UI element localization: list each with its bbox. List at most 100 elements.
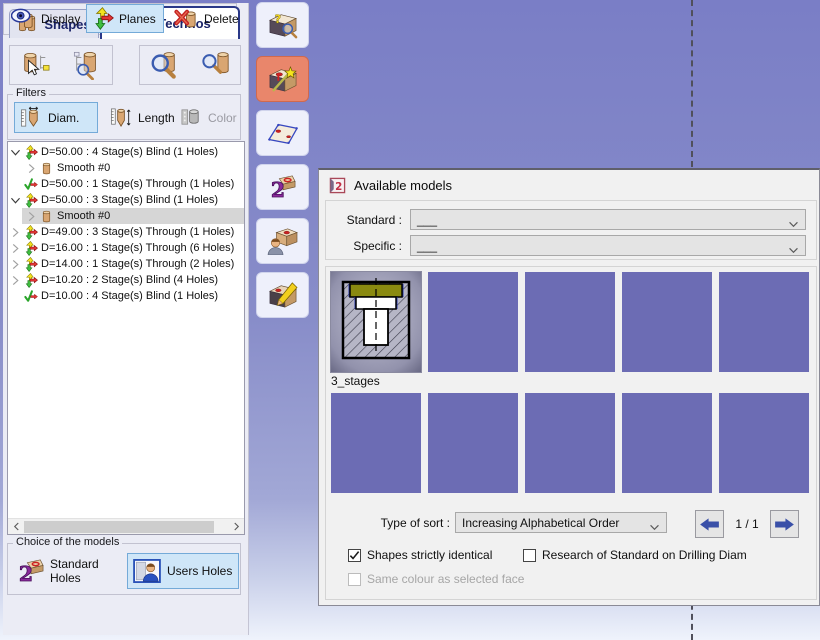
model-cell[interactable]: [331, 272, 421, 372]
chevron-collapsed-icon[interactable]: [8, 275, 22, 286]
actions-group: Display Planes Delete: [3, 3, 237, 35]
chevron-expanded-icon[interactable]: [8, 196, 22, 205]
type-of-sort-value: Increasing Alphabetical Order: [462, 516, 619, 530]
standard-holes-icon: 2: [18, 558, 44, 584]
search-hole-button[interactable]: [199, 48, 233, 82]
planes-button[interactable]: Planes: [86, 4, 164, 33]
svg-text:?: ?: [274, 13, 281, 26]
tree-item-label: D=50.00 : 3 Stage(s) Blind (1 Holes): [39, 194, 218, 206]
select-hole-button[interactable]: [18, 48, 52, 82]
hole-axes-icon: [22, 273, 39, 288]
filter-length-button[interactable]: Length: [104, 102, 170, 133]
chevron-collapsed-icon[interactable]: [8, 259, 22, 270]
previous-page-button[interactable]: [695, 510, 724, 538]
tree-item[interactable]: Smooth #0: [8, 160, 244, 176]
filters-group-title: Filters: [13, 87, 49, 99]
hole-check-icon: [22, 177, 39, 192]
type-of-sort-dropdown[interactable]: Increasing Alphabetical Order: [455, 512, 667, 533]
display-button[interactable]: Display: [6, 4, 85, 33]
tree-item-label: D=10.00 : 4 Stage(s) Blind (1 Holes): [39, 290, 218, 302]
hole-wizard-icon: [267, 65, 299, 93]
filter-color-button: Color: [174, 102, 238, 133]
arrow-right-icon: [774, 517, 795, 532]
dialog-title: 2 Available models: [329, 177, 452, 194]
length-filter-icon: [110, 106, 133, 129]
tree-item-label: Smooth #0: [55, 162, 110, 174]
empty-model-cell: [428, 272, 518, 372]
specific-label: Specific :: [326, 239, 402, 253]
scrollbar-thumb[interactable]: [24, 521, 214, 533]
empty-model-cell: [525, 393, 615, 493]
specific-dropdown[interactable]: ___: [410, 235, 806, 256]
next-page-button[interactable]: [770, 510, 799, 538]
choice-of-models-group: Choice of the models 2 Standard Holes Us…: [7, 543, 241, 595]
tree-item[interactable]: D=50.00 : 3 Stage(s) Blind (1 Holes): [8, 192, 244, 208]
standard-holes-button[interactable]: 2: [256, 164, 309, 210]
planes-axes-icon: [91, 7, 114, 30]
hole-edit-button[interactable]: [256, 272, 309, 318]
models-grid-row: [331, 393, 809, 493]
tree-item[interactable]: D=16.00 : 1 Stage(s) Through (6 Holes): [8, 240, 244, 256]
scroll-right-icon[interactable]: [228, 519, 244, 535]
chevron-collapsed-icon[interactable]: [8, 227, 22, 238]
empty-model-cell: [719, 393, 809, 493]
checkbox-box: [348, 573, 361, 586]
models-dialog-icon: 2: [329, 177, 346, 194]
chevron-down-icon: [649, 520, 660, 534]
search-hole-icon: [201, 50, 231, 80]
delete-cross-icon: [174, 7, 199, 30]
display-eye-icon: [11, 7, 36, 30]
hole-query-button[interactable]: ?: [256, 2, 309, 48]
arrow-left-icon: [699, 517, 720, 532]
holes-tree-rows: D=50.00 : 4 Stage(s) Blind (1 Holes) Smoo…: [8, 144, 244, 304]
tree-item[interactable]: D=10.20 : 2 Stage(s) Blind (4 Holes): [8, 272, 244, 288]
hole-zoom-toolbar: [139, 45, 241, 85]
zoom-hole-button[interactable]: [147, 48, 181, 82]
filter-diameter-button[interactable]: Diam.: [14, 102, 98, 133]
scroll-left-icon[interactable]: [8, 519, 24, 535]
checkbox-same-colour-as-selected-face: Same colour as selected face: [348, 572, 524, 586]
chevron-collapsed-icon[interactable]: [8, 243, 22, 254]
hole-face-button[interactable]: [256, 110, 309, 156]
tree-item[interactable]: D=50.00 : 1 Stage(s) Through (1 Holes): [8, 176, 244, 192]
checkbox-research-standard-drilling-diam[interactable]: Research of Standard on Drilling Diam: [523, 548, 747, 562]
hole-wizard-button[interactable]: [256, 56, 309, 102]
chevron-collapsed-icon[interactable]: [24, 211, 38, 222]
check-mark-icon: [349, 550, 360, 561]
holes-tree: D=50.00 : 4 Stage(s) Blind (1 Holes) Smoo…: [7, 141, 245, 535]
checkbox-shapes-strictly-identical[interactable]: Shapes strictly identical: [348, 548, 492, 562]
dialog-title-label: Available models: [354, 178, 452, 193]
zoom-hole-icon: [149, 50, 179, 80]
tree-item[interactable]: Smooth #0: [8, 208, 244, 224]
hole-face-icon: [267, 119, 299, 147]
svg-text:2: 2: [270, 178, 284, 200]
delete-label: Delete: [204, 12, 239, 26]
tree-horizontal-scrollbar[interactable]: [8, 518, 244, 534]
empty-model-cell: [331, 393, 421, 493]
users-holes-button[interactable]: Users Holes: [127, 553, 239, 589]
standard-holes-icon: 2: [270, 174, 296, 200]
tree-item[interactable]: D=50.00 : 4 Stage(s) Blind (1 Holes): [8, 144, 244, 160]
tree-item-label: D=50.00 : 4 Stage(s) Blind (1 Holes): [39, 146, 218, 158]
hole-axes-icon: [22, 241, 39, 256]
hole-check-icon: [22, 289, 39, 304]
filter-diameter-label: Diam.: [48, 111, 79, 125]
delete-button[interactable]: Delete: [169, 4, 244, 33]
tree-item[interactable]: D=10.00 : 4 Stage(s) Blind (1 Holes): [8, 288, 244, 304]
tree-item[interactable]: D=49.00 : 3 Stage(s) Through (1 Holes): [8, 224, 244, 240]
standard-label: Standard :: [326, 213, 402, 227]
tree-item[interactable]: D=14.00 : 1 Stage(s) Through (2 Holes): [8, 256, 244, 272]
diameter-filter-icon: [20, 106, 43, 129]
standard-dropdown[interactable]: ___: [410, 209, 806, 230]
planes-label: Planes: [119, 12, 156, 26]
chevron-collapsed-icon[interactable]: [24, 163, 38, 174]
checkbox-research-standard-drilling-diam-label: Research of Standard on Drilling Diam: [542, 548, 747, 562]
standard-holes-button[interactable]: 2 Standard Holes: [12, 553, 124, 589]
hole-query-icon: ?: [267, 11, 299, 39]
user-hole-button[interactable]: [256, 218, 309, 264]
chevron-expanded-icon[interactable]: [8, 148, 22, 157]
search-tree-hole-button[interactable]: [70, 48, 104, 82]
tree-item-label: D=50.00 : 1 Stage(s) Through (1 Holes): [39, 178, 234, 190]
users-holes-label: Users Holes: [167, 564, 232, 578]
app-window: Shapes Technos Filters Diam. Length: [0, 0, 820, 640]
